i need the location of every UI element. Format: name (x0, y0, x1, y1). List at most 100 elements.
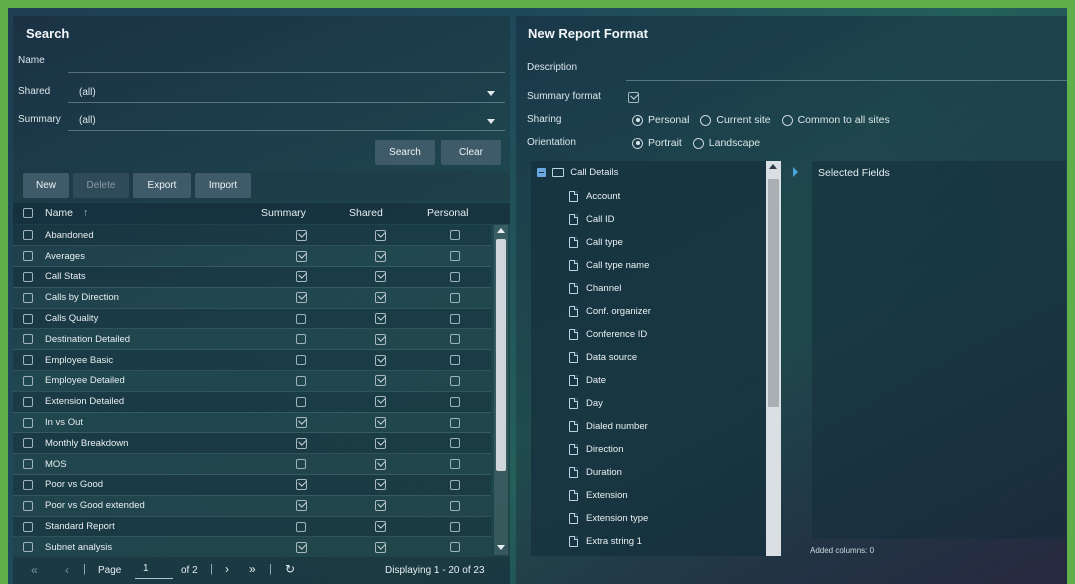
row-select-checkbox[interactable] (23, 292, 33, 303)
summary-format-checkbox[interactable] (628, 91, 639, 103)
shared-select[interactable] (68, 102, 505, 103)
tree-root[interactable]: Call Details (531, 161, 766, 185)
table-row[interactable]: Averages (13, 245, 491, 268)
table-scrollbar[interactable] (494, 225, 508, 555)
tree-item[interactable]: Conference ID (531, 323, 766, 346)
collapse-icon[interactable] (537, 167, 546, 177)
tree-item[interactable]: Call type (531, 231, 766, 254)
scroll-thumb[interactable] (496, 239, 506, 471)
table-row[interactable]: Monthly Breakdown (13, 432, 491, 455)
last-page-icon[interactable]: » (249, 562, 256, 576)
table-row[interactable]: Employee Detailed (13, 370, 491, 392)
column-header-name[interactable]: Name (45, 207, 73, 219)
chevron-down-icon[interactable] (487, 91, 495, 96)
row-select-checkbox[interactable] (23, 251, 33, 262)
row-select-checkbox[interactable] (23, 230, 33, 241)
summary-select[interactable] (68, 130, 505, 131)
column-header-shared[interactable]: Shared (349, 207, 383, 219)
scroll-up-icon[interactable] (497, 228, 505, 233)
scroll-down-icon[interactable] (497, 545, 505, 550)
checked-checkbox (295, 292, 307, 304)
row-select-checkbox[interactable] (23, 334, 33, 345)
name-input[interactable] (68, 72, 505, 73)
row-select-checkbox[interactable] (23, 459, 33, 470)
column-header-personal[interactable]: Personal (427, 207, 468, 219)
table-row[interactable]: Abandoned (13, 225, 491, 247)
import-button[interactable]: Import (195, 173, 251, 198)
sort-arrow-icon[interactable]: ↑ (83, 207, 88, 219)
page-input[interactable]: 1 (135, 563, 173, 579)
row-select-checkbox[interactable] (23, 313, 33, 324)
search-button[interactable]: Search (375, 140, 435, 165)
checked-checkbox (295, 437, 307, 449)
table-row[interactable]: Call Stats (13, 266, 491, 288)
tree-item[interactable]: Dialed number (531, 415, 766, 438)
table-row[interactable]: Standard Report (13, 516, 491, 538)
orientation-portrait-radio[interactable]: Portrait (632, 137, 682, 149)
row-name: Standard Report (41, 516, 261, 538)
tree-item[interactable]: Data source (531, 346, 766, 369)
description-input[interactable] (626, 80, 1067, 81)
scroll-up-icon[interactable] (769, 164, 777, 169)
tree-item[interactable]: Direction (531, 438, 766, 461)
row-select-checkbox[interactable] (23, 542, 33, 553)
row-select-checkbox[interactable] (23, 521, 33, 532)
selected-fields-box[interactable]: Selected Fields (812, 161, 1066, 539)
column-header-summary[interactable]: Summary (261, 207, 306, 219)
tree-item[interactable]: Extension (531, 484, 766, 507)
tree-item[interactable]: Extension type (531, 507, 766, 530)
row-shared (341, 391, 419, 413)
row-select-checkbox[interactable] (23, 355, 33, 366)
sharing-common-radio[interactable]: Common to all sites (781, 114, 890, 126)
clear-button[interactable]: Clear (441, 140, 501, 165)
row-personal (419, 412, 491, 434)
add-field-arrow-icon[interactable] (793, 167, 798, 177)
table-row[interactable]: Calls Quality (13, 308, 491, 330)
table-row[interactable]: MOS (13, 453, 491, 476)
row-select-checkbox[interactable] (23, 500, 33, 511)
prev-page-icon[interactable]: ‹ (65, 563, 69, 577)
tree-scrollbar[interactable] (766, 161, 781, 556)
table-row[interactable]: Poor vs Good extended (13, 495, 491, 517)
row-select-checkbox[interactable] (23, 375, 33, 386)
tree-item[interactable]: Call ID (531, 208, 766, 231)
table-row[interactable]: Poor vs Good (13, 474, 491, 496)
row-select-checkbox[interactable] (23, 479, 33, 490)
export-button[interactable]: Export (133, 173, 191, 198)
tree-item[interactable]: Day (531, 392, 766, 415)
tree-item[interactable]: Channel (531, 277, 766, 300)
row-shared (341, 536, 419, 555)
row-select-checkbox[interactable] (23, 396, 33, 407)
table-row[interactable]: Extension Detailed (13, 391, 491, 413)
tree-item[interactable]: Conf. organizer (531, 300, 766, 323)
file-icon (569, 328, 579, 340)
chevron-down-icon[interactable] (487, 119, 495, 124)
pager: « ‹ | Page 1 of 2 | › » | ↻ Displaying 1… (13, 557, 510, 584)
delete-button[interactable]: Delete (73, 173, 129, 198)
table-row[interactable]: In vs Out (13, 412, 491, 434)
next-page-icon[interactable]: › (225, 562, 229, 576)
tree-item[interactable]: Date (531, 369, 766, 392)
scroll-thumb[interactable] (768, 179, 779, 407)
table-row[interactable]: Subnet analysis (13, 536, 491, 555)
table-row[interactable]: Employee Basic (13, 349, 491, 372)
table-row[interactable]: Destination Detailed (13, 328, 491, 351)
checkbox (450, 355, 460, 366)
row-select-checkbox[interactable] (23, 271, 33, 282)
row-select-checkbox[interactable] (23, 417, 33, 428)
tree-item[interactable]: Account (531, 185, 766, 208)
first-page-icon[interactable]: « (31, 563, 38, 577)
refresh-icon[interactable]: ↻ (285, 562, 295, 576)
tree-item[interactable]: Call type name (531, 254, 766, 277)
sharing-personal-radio[interactable]: Personal (632, 114, 689, 126)
new-button[interactable]: New (23, 173, 69, 198)
tree-item[interactable]: Extra string 1 (531, 530, 766, 553)
orientation-landscape-radio[interactable]: Landscape (692, 137, 760, 149)
select-all-checkbox[interactable] (23, 208, 33, 218)
row-select-checkbox[interactable] (23, 438, 33, 449)
row-personal (419, 308, 491, 330)
checkbox (450, 542, 460, 553)
table-row[interactable]: Calls by Direction (13, 287, 491, 309)
tree-item[interactable]: Duration (531, 461, 766, 484)
sharing-current-site-radio[interactable]: Current site (700, 114, 771, 126)
